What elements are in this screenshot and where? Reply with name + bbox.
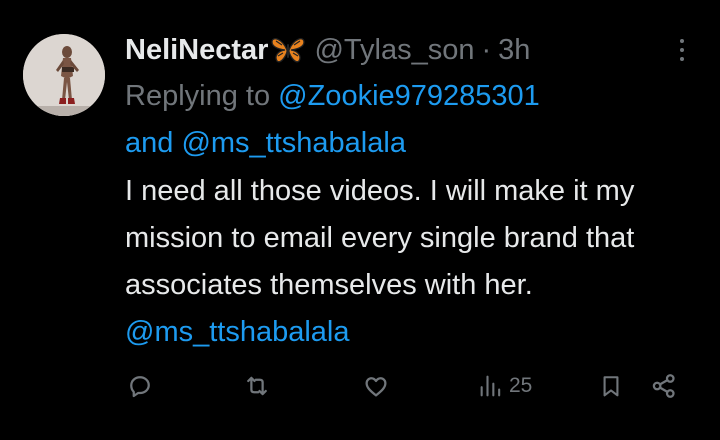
mention-link[interactable]: @Zookie979285301	[278, 80, 540, 112]
avatar-image	[23, 34, 105, 116]
action-bar: 25	[125, 364, 695, 408]
share-icon	[652, 374, 675, 398]
author-name[interactable]: NeliNectar	[125, 28, 268, 72]
views-icon	[480, 375, 501, 397]
post-header: NeliNectar @Tylas_son · 3h	[125, 28, 530, 72]
more-dot-icon	[680, 57, 684, 61]
post-timestamp[interactable]: 3h	[498, 28, 530, 72]
bookmark-button[interactable]	[597, 364, 625, 408]
repost-button[interactable]	[242, 364, 272, 408]
author-handle[interactable]: @Tylas_son	[314, 28, 474, 72]
avatar[interactable]	[23, 34, 105, 116]
replying-to-label: Replying to	[125, 80, 271, 112]
reply-button[interactable]	[125, 364, 155, 408]
heart-icon	[365, 377, 387, 397]
mention-link[interactable]: @ms_ttshabalala	[181, 127, 406, 159]
separator-dot: ·	[481, 34, 492, 66]
bookmark-icon	[603, 376, 619, 397]
like-button[interactable]	[361, 364, 391, 408]
replying-to-line: Replying to @Zookie979285301 and @ms_tts…	[125, 73, 685, 167]
more-options-button[interactable]	[672, 34, 692, 66]
views-button[interactable]: 25	[477, 364, 532, 408]
more-dot-icon	[680, 39, 684, 43]
post-body: I need all those videos. I will make it …	[125, 168, 705, 356]
butterfly-emoji-icon	[270, 36, 306, 64]
mention-link[interactable]: @ms_ttshabalala	[125, 316, 350, 348]
replying-joiner[interactable]: and	[125, 127, 173, 159]
post-text: I need all those videos. I will make it …	[125, 175, 635, 301]
share-button[interactable]	[649, 364, 679, 408]
more-dot-icon	[680, 48, 684, 52]
repost-icon	[247, 376, 267, 396]
reply-icon	[130, 376, 150, 398]
views-count: 25	[509, 374, 533, 397]
